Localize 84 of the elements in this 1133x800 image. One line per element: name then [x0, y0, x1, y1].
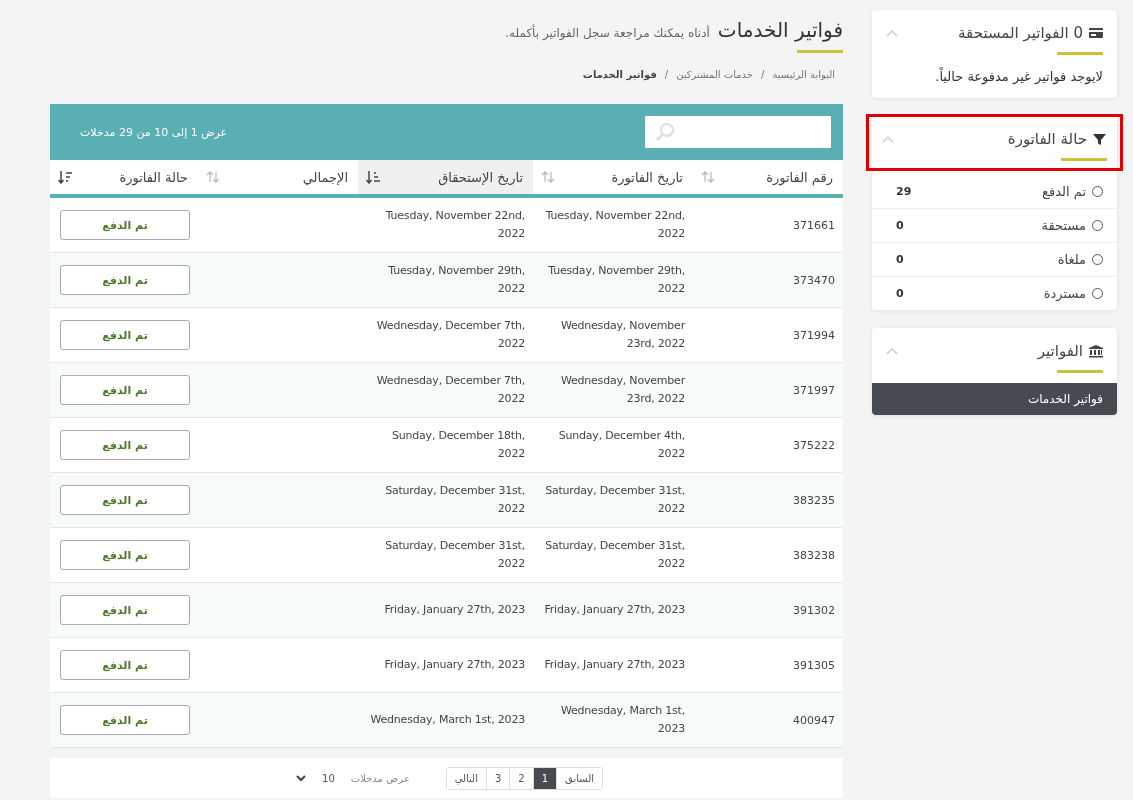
page-title: فواتير الخدمات — [717, 18, 843, 42]
search-field[interactable] — [645, 116, 831, 148]
page-length-label: عرض مدخلات — [350, 772, 410, 784]
table-cell-text: Saturday, December 31st, 2022 — [384, 483, 525, 517]
panel-title: حالة الفاتورة — [1007, 130, 1087, 148]
status-button[interactable]: تم الدفع — [60, 265, 190, 295]
table-cell-text: Wednesday, December 7th, 2022 — [375, 373, 525, 407]
table-cell-text: Friday, January 27th, 2023 — [543, 657, 685, 673]
option-label: مستحقة — [1041, 218, 1086, 233]
sort-icon — [206, 170, 220, 184]
option-label: ملغاة — [1057, 252, 1086, 267]
table-cell-text: Wednesday, March 1st, 2023 — [559, 703, 685, 737]
column-header[interactable]: تاريخ الفاتورة — [533, 160, 693, 196]
search-icon — [655, 122, 675, 142]
column-header[interactable]: الإجمالي — [198, 160, 358, 196]
breadcrumb-link[interactable]: فواتير الخدمات — [582, 69, 657, 80]
page-length-select[interactable]: 10 — [290, 768, 341, 788]
table-cell-text: Tuesday, November 22nd, 2022 — [544, 208, 685, 242]
sort-icon — [701, 170, 715, 184]
status-button[interactable]: تم الدفع — [60, 210, 190, 240]
chevron-down-icon — [296, 774, 306, 782]
table-cell: 375222 — [693, 417, 843, 473]
option-count: 0 — [895, 253, 904, 266]
table-cell-text: Saturday, December 31st, 2022 — [544, 483, 685, 517]
table-cell: 371997 — [693, 362, 843, 418]
option-label: تم الدفع — [1042, 184, 1086, 199]
menu-item[interactable]: فواتير الخدمات — [872, 383, 1117, 415]
page-subtitle: أدناه يمكنك مراجعة سجل الفواتير بأكمله. — [505, 26, 710, 40]
page-button[interactable]: 1 — [532, 767, 557, 789]
breadcrumb-separator: / — [761, 69, 765, 80]
table-cell-text: Tuesday, November 29th, 2022 — [547, 263, 685, 297]
status-button[interactable]: تم الدفع — [60, 375, 190, 405]
table-cell-text: Wednesday, November 23rd, 2022 — [559, 373, 685, 407]
table-cell: 373470 — [693, 252, 843, 308]
bank-icon — [1089, 344, 1103, 358]
collapse-chevron-icon — [886, 347, 898, 355]
table-cell-text: Tuesday, November 29th, 2022 — [387, 263, 525, 297]
table-cell-text: Friday, January 27th, 2023 — [383, 657, 525, 673]
table-cell-text: Friday, January 27th, 2023 — [383, 602, 525, 618]
status-button[interactable]: تم الدفع — [60, 540, 190, 570]
table-cell: 383235 — [693, 472, 843, 528]
card-icon — [1089, 26, 1103, 40]
table-cell-text: Saturday, December 31st, 2022 — [544, 538, 685, 572]
option-count: 0 — [895, 219, 904, 232]
table-cell-text: Wednesday, March 1st, 2023 — [369, 712, 525, 728]
table-cell: 400947 — [693, 692, 843, 748]
status-button[interactable]: تم الدفع — [60, 650, 190, 680]
breadcrumb-link[interactable]: البوابة الرئيسية — [772, 69, 835, 80]
table-cell: 383238 — [693, 527, 843, 583]
status-button[interactable]: تم الدفع — [60, 485, 190, 515]
table-cell-text: Sunday, December 18th, 2022 — [390, 428, 525, 462]
sort-icon — [541, 170, 555, 184]
column-header[interactable]: تاريخ الإستحقاق — [358, 160, 533, 196]
status-button[interactable]: تم الدفع — [60, 430, 190, 460]
column-header[interactable]: حالة الفاتورة — [50, 160, 198, 196]
table-cell: 391302 — [693, 582, 843, 638]
panel-title: 0 الفواتير المستحقة — [958, 24, 1083, 42]
table-cell: 371661 — [693, 196, 843, 253]
sort-icon — [58, 170, 72, 184]
option-count: 29 — [895, 185, 912, 198]
collapse-chevron-icon — [886, 29, 898, 37]
table-cell-text: Sunday, December 4th, 2022 — [557, 428, 685, 462]
breadcrumb-separator: / — [664, 69, 669, 80]
breadcrumb-link[interactable]: خدمات المشتركين — [676, 69, 754, 80]
option-count: 0 — [895, 287, 904, 300]
panel-message: لايوجد فواتير غير مدفوعة حالياً. — [934, 66, 1104, 87]
sort-icon — [366, 170, 380, 184]
table-cell-text: Saturday, December 31st, 2022 — [384, 538, 525, 572]
table-cell-text: Wednesday, November 23rd, 2022 — [559, 318, 685, 352]
option-label: مستردة — [1043, 286, 1086, 301]
filter-icon — [1093, 132, 1107, 146]
column-header[interactable]: رقم الفاتورة — [693, 160, 843, 196]
table-cell-text: Tuesday, November 22nd, 2022 — [384, 208, 525, 242]
table-cell-text: Friday, January 27th, 2023 — [543, 602, 685, 618]
status-button[interactable]: تم الدفع — [60, 320, 190, 350]
status-button[interactable]: تم الدفع — [60, 595, 190, 625]
status-button[interactable]: تم الدفع — [60, 705, 190, 735]
collapse-chevron-icon — [882, 135, 894, 143]
entries-info: عرض 1 إلى 10 من 29 مدخلات — [79, 125, 228, 139]
table-cell: 391305 — [693, 637, 843, 693]
panel-title: الفواتير — [1037, 342, 1083, 360]
table-cell-text: Wednesday, December 7th, 2022 — [375, 318, 525, 352]
table-cell: 371994 — [693, 307, 843, 363]
page-button[interactable]: السابق — [556, 767, 602, 789]
